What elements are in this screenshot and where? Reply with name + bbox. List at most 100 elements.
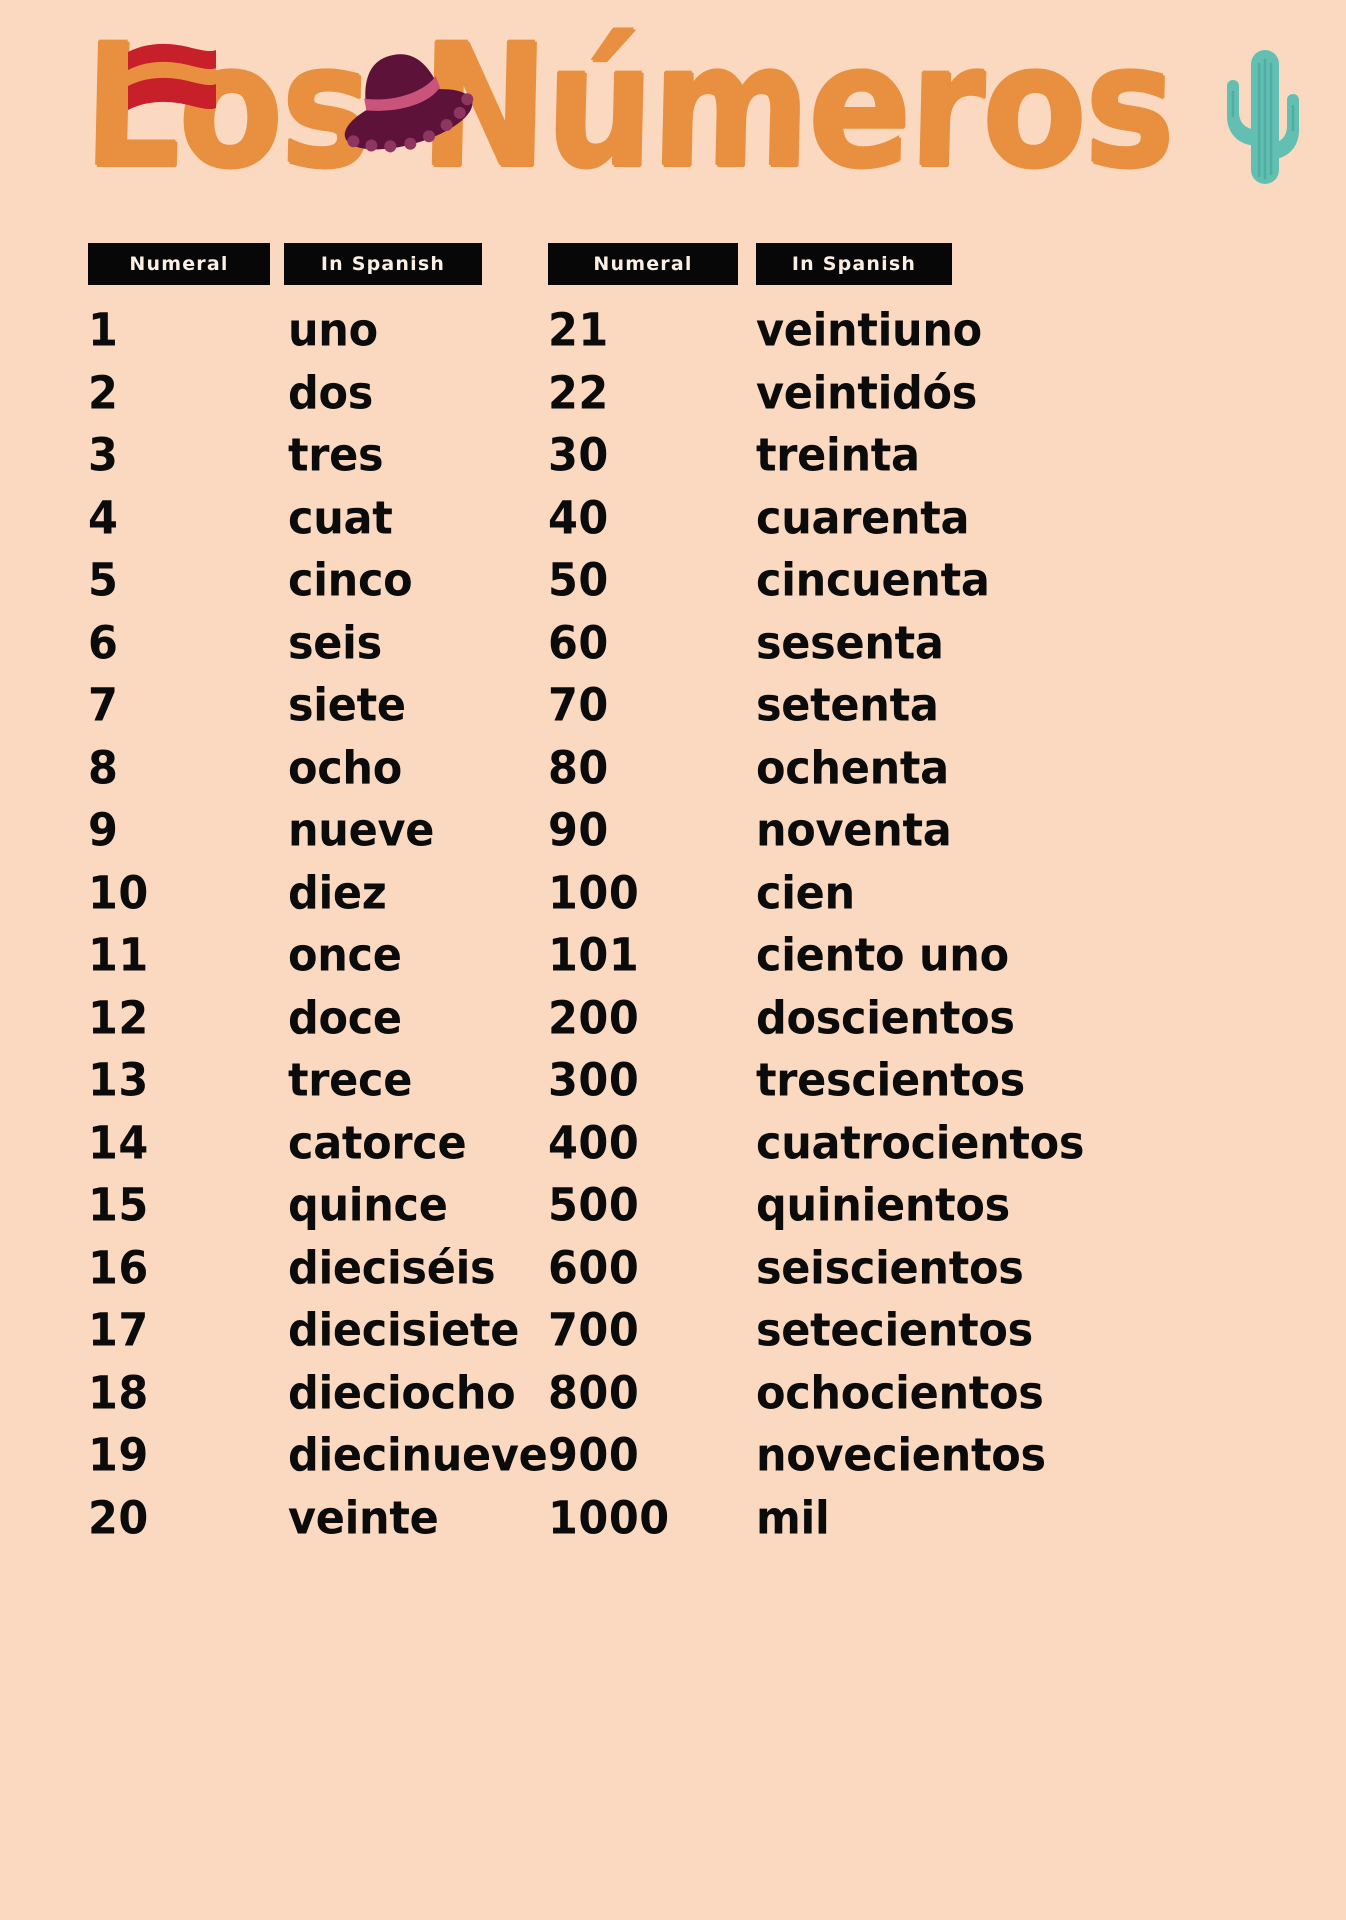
table-row: 500 quinientos <box>548 1179 1108 1245</box>
cell-spanish: diecinueve <box>288 1429 548 1482</box>
table-row: 22 veintidós <box>548 366 1108 433</box>
cell-numeral: 80 <box>548 741 609 795</box>
cell-spanish: cuat <box>288 491 393 545</box>
cell-numeral: 300 <box>548 1054 640 1107</box>
cell-spanish: doscientos <box>756 991 1015 1045</box>
cell-spanish: catorce <box>288 1116 467 1170</box>
table-row: 90 noventa <box>548 804 1108 870</box>
table-row: 300 trescientos <box>548 1054 1108 1120</box>
cell-numeral: 14 <box>88 1116 149 1170</box>
cell-numeral: 90 <box>548 804 609 857</box>
table-row: 11 once <box>88 929 568 995</box>
table-row: 9 nueve <box>88 804 568 870</box>
cell-spanish: setenta <box>756 679 939 732</box>
column-header-spanish: In Spanish <box>284 243 482 285</box>
table-row: 15 quince <box>88 1179 568 1245</box>
cell-spanish: veintidós <box>756 366 978 420</box>
cell-numeral: 60 <box>548 616 609 670</box>
cell-spanish: quince <box>288 1179 448 1232</box>
table-row: 8 ocho <box>88 741 568 808</box>
cell-numeral: 8 <box>88 741 119 795</box>
cell-spanish: dieciocho <box>288 1366 516 1420</box>
table-row: 17 diecisiete <box>88 1304 568 1370</box>
cell-numeral: 9 <box>88 804 119 857</box>
table-row: 16 dieciséis <box>88 1242 568 1308</box>
cell-spanish: ciento uno <box>756 929 1009 982</box>
cell-spanish: noventa <box>756 804 952 857</box>
cell-spanish: diecisiete <box>288 1304 520 1357</box>
table-row: 60 sesenta <box>548 616 1108 683</box>
cell-numeral: 101 <box>548 929 640 982</box>
cell-numeral: 30 <box>548 429 609 482</box>
cell-spanish: cinco <box>288 554 413 607</box>
cell-numeral: 5 <box>88 554 119 607</box>
table-row: 800 ochocientos <box>548 1366 1108 1433</box>
column-header-spanish: In Spanish <box>756 243 952 285</box>
cell-numeral: 22 <box>548 366 609 420</box>
table-body: 21 veintiuno 22 veintidós 30 treinta 40 cuar… <box>548 304 1108 1558</box>
table-row: 1000 mil <box>548 1491 1108 1558</box>
cell-numeral: 10 <box>88 866 149 920</box>
cell-spanish: nueve <box>288 804 435 857</box>
table-row: 6 seis <box>88 616 568 683</box>
cell-spanish: ochocientos <box>756 1366 1044 1420</box>
cell-spanish: trece <box>288 1054 413 1107</box>
column-header-numeral: Numeral <box>88 243 270 285</box>
cell-numeral: 600 <box>548 1241 640 1295</box>
table-header-row: Numeral In Spanish <box>548 243 1108 285</box>
table-row: 19 diecinueve <box>88 1429 568 1495</box>
cell-spanish: once <box>288 929 402 982</box>
table-row: 200 doscientos <box>548 991 1108 1058</box>
table-row: 20 veinte <box>88 1491 568 1558</box>
table-body: 1 uno 2 dos 3 tres 4 cuat 5 cinco 6 seis 7 siet… <box>88 304 568 1558</box>
cell-spanish: veinte <box>288 1491 439 1545</box>
table-row: 18 dieciocho <box>88 1366 568 1433</box>
cell-numeral: 7 <box>88 679 119 732</box>
cell-numeral: 21 <box>548 304 609 357</box>
cell-spanish: ocho <box>288 741 402 795</box>
table-row: 14 catorce <box>88 1116 568 1183</box>
cell-spanish: novecientos <box>756 1429 1046 1482</box>
column-header-numeral: Numeral <box>548 243 738 285</box>
cell-numeral: 100 <box>548 866 640 920</box>
cell-spanish: diez <box>288 866 387 920</box>
cell-numeral: 12 <box>88 991 149 1045</box>
cell-spanish: seiscientos <box>756 1241 1024 1295</box>
cell-numeral: 1000 <box>548 1491 670 1545</box>
cell-numeral: 1 <box>88 304 119 357</box>
table-row: 50 cincuenta <box>548 554 1108 620</box>
cell-spanish: cuatrocientos <box>756 1116 1085 1170</box>
table-row: 13 trece <box>88 1054 568 1120</box>
table-row: 2 dos <box>88 367 568 433</box>
numbers-table-right: Numeral In Spanish 21 veintiuno 22 veintid… <box>548 243 1108 1557</box>
cell-numeral: 900 <box>548 1429 640 1482</box>
table-row: 4 cuat <box>88 491 568 558</box>
table-row: 600 seiscientos <box>548 1241 1108 1308</box>
cell-numeral: 3 <box>88 429 119 482</box>
cell-spanish: trescientos <box>756 1054 1025 1107</box>
cell-spanish: seis <box>288 616 382 670</box>
table-row: 80 ochenta <box>548 741 1108 808</box>
cell-numeral: 13 <box>88 1054 149 1107</box>
cell-numeral: 18 <box>88 1366 149 1420</box>
poster-header: Los Números <box>0 0 1346 245</box>
cell-spanish: mil <box>756 1491 830 1545</box>
numbers-table-left: Numeral In Spanish 1 uno 2 dos 3 tres 4 cuat… <box>88 243 568 1557</box>
cell-numeral: 200 <box>548 991 640 1045</box>
table-row: 10 diez <box>88 866 568 933</box>
cell-numeral: 400 <box>548 1116 640 1170</box>
cell-numeral: 6 <box>88 616 119 670</box>
table-row: 101 ciento uno <box>548 929 1108 995</box>
numbers-poster: Los Números Numeral In Spanish 1 uno 2 d… <box>0 0 1346 1920</box>
cell-numeral: 19 <box>88 1429 149 1482</box>
cell-numeral: 17 <box>88 1304 149 1357</box>
cell-spanish: doce <box>288 991 402 1045</box>
cell-numeral: 20 <box>88 1491 149 1545</box>
table-row: 12 doce <box>88 991 568 1058</box>
cell-numeral: 4 <box>88 491 119 545</box>
table-row: 21 veintiuno <box>548 304 1108 370</box>
cell-spanish: cincuenta <box>756 554 990 607</box>
cell-numeral: 11 <box>88 929 149 982</box>
cell-spanish: setecientos <box>756 1304 1033 1357</box>
table-row: 1 uno <box>88 304 568 370</box>
